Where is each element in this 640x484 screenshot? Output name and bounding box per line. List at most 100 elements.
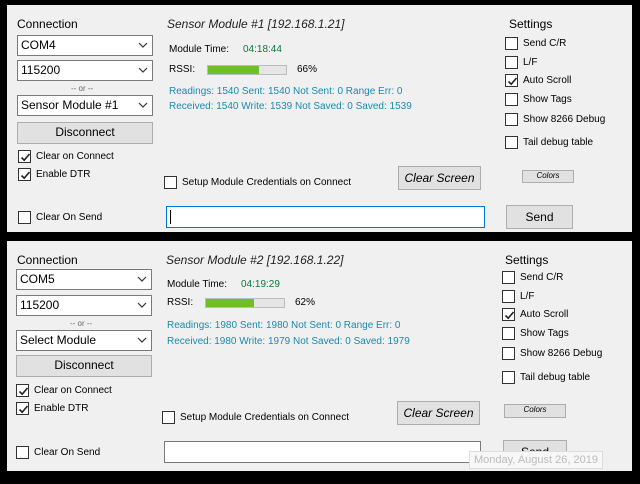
colors-button[interactable]: Colors [522,170,574,183]
enable-dtr-checkbox[interactable]: Enable DTR [16,402,88,415]
rssi-percent: 66% [297,64,318,75]
port-select[interactable]: COM4 [17,35,153,56]
connection-group-label: Connection [17,253,78,267]
setup-credentials-checkbox[interactable]: Setup Module Credentials on Connect [164,176,351,189]
module-title: Sensor Module #2 [192.168.1.22] [166,253,344,267]
send-button[interactable]: Send [506,205,573,229]
baud-select[interactable]: 115200 [16,295,152,316]
stats-line-1: Readings: 1540 Sent: 1540 Not Sent: 0 Ra… [169,86,403,97]
checkbox-box [505,56,518,69]
check-icon [504,311,515,320]
connection-group-label: Connection [17,17,78,31]
clear-on-connect-checkbox[interactable]: Clear on Connect [16,384,112,397]
checkbox-box [505,113,518,126]
baud-select[interactable]: 115200 [17,60,153,81]
lf-checkbox[interactable]: L/F [502,290,534,303]
rssi-progress-bar [205,298,285,308]
checkbox-box [505,74,518,87]
rssi-progress-bar [207,65,287,75]
auto-scroll-checkbox[interactable]: Auto Scroll [505,74,571,87]
check-icon [20,171,31,180]
send-cr-checkbox[interactable]: Send C/R [502,271,563,284]
clear-on-connect-label: Clear on Connect [34,385,112,396]
lf-checkbox[interactable]: L/F [505,56,537,69]
clear-screen-button[interactable]: Clear Screen [397,401,480,425]
lf-label: L/F [520,291,535,302]
auto-scroll-label: Auto Scroll [520,309,569,320]
check-icon [507,77,518,86]
clear-on-send-checkbox[interactable]: Clear On Send [18,211,102,224]
stats-line-2: Received: 1980 Write: 1979 Not Saved: 0 … [167,336,410,347]
enable-dtr-label: Enable DTR [36,169,91,180]
show-8266-debug-label: Show 8266 Debug [520,348,603,359]
send-cr-label: Send C/R [520,272,564,283]
module-select-value: Select Module [20,333,97,347]
clear-on-send-checkbox[interactable]: Clear On Send [16,446,100,459]
rssi-label: RSSI: [169,64,196,75]
checkbox-box [18,168,31,181]
checkbox-box [164,176,177,189]
disconnect-button[interactable]: Disconnect [16,355,152,377]
or-separator: -- or -- [70,319,93,328]
setup-credentials-checkbox[interactable]: Setup Module Credentials on Connect [162,411,349,424]
clear-screen-button[interactable]: Clear Screen [398,166,481,190]
module-title: Sensor Module #1 [192.168.1.21] [167,17,345,31]
module-time-label: Module Time: [167,279,228,290]
tail-debug-table-checkbox[interactable]: Tail debug table [502,371,590,384]
chevron-down-icon [138,67,148,73]
tail-debug-table-checkbox[interactable]: Tail debug table [505,136,593,149]
module-select[interactable]: Sensor Module #1 [17,95,153,116]
checkbox-box [505,37,518,50]
check-icon [20,153,31,162]
show-tags-label: Show Tags [523,94,572,105]
lf-label: L/F [523,57,538,68]
checkbox-box [16,446,29,459]
port-select[interactable]: COM5 [16,269,152,290]
rssi-progress-fill [206,299,255,307]
show-tags-checkbox[interactable]: Show Tags [505,93,572,106]
chevron-down-icon [138,102,148,108]
baud-select-value: 115200 [20,298,60,312]
enable-dtr-checkbox[interactable]: Enable DTR [18,168,90,181]
checkbox-box [16,402,29,415]
port-select-value: COM5 [20,272,55,286]
setup-credentials-label: Setup Module Credentials on Connect [180,412,349,423]
chevron-down-icon [138,42,148,48]
colors-button[interactable]: Colors [504,404,566,418]
tail-debug-table-label: Tail debug table [520,372,591,383]
show-tags-checkbox[interactable]: Show Tags [502,327,569,340]
chevron-down-icon [137,276,147,282]
module-select[interactable]: Select Module [16,330,152,351]
send-input[interactable] [166,206,485,228]
checkbox-box [162,411,175,424]
checkbox-box [505,93,518,106]
baud-select-value: 115200 [21,63,61,77]
terminal-panel-2: Connection COM5 115200 -- or -- Select M… [7,241,632,471]
date-overlay: Monday, August 26, 2019 [469,451,603,469]
checkbox-box [18,211,31,224]
auto-scroll-checkbox[interactable]: Auto Scroll [502,308,568,321]
send-cr-checkbox[interactable]: Send C/R [505,37,566,50]
clear-on-connect-checkbox[interactable]: Clear on Connect [18,150,114,163]
terminal-panel-1: Connection COM4 115200 -- or -- Sensor M… [7,5,632,232]
checkbox-box [502,347,515,360]
or-separator: -- or -- [71,84,94,93]
clear-on-connect-label: Clear on Connect [36,151,114,162]
enable-dtr-label: Enable DTR [34,403,89,414]
show-8266-debug-checkbox[interactable]: Show 8266 Debug [502,347,602,360]
send-input[interactable] [164,441,481,463]
checkbox-box [502,290,515,303]
checkbox-box [502,371,515,384]
check-icon [18,405,29,414]
stats-line-2: Received: 1540 Write: 1539 Not Saved: 0 … [169,101,412,112]
chevron-down-icon [137,302,147,308]
module-time-value: 04:19:29 [241,279,280,290]
checkbox-box [505,136,518,149]
checkbox-box [502,308,515,321]
clear-on-send-label: Clear On Send [34,447,101,458]
show-tags-label: Show Tags [520,328,569,339]
show-8266-debug-checkbox[interactable]: Show 8266 Debug [505,113,605,126]
module-select-value: Sensor Module #1 [21,98,119,112]
settings-group-label: Settings [505,253,549,267]
disconnect-button[interactable]: Disconnect [17,122,153,144]
